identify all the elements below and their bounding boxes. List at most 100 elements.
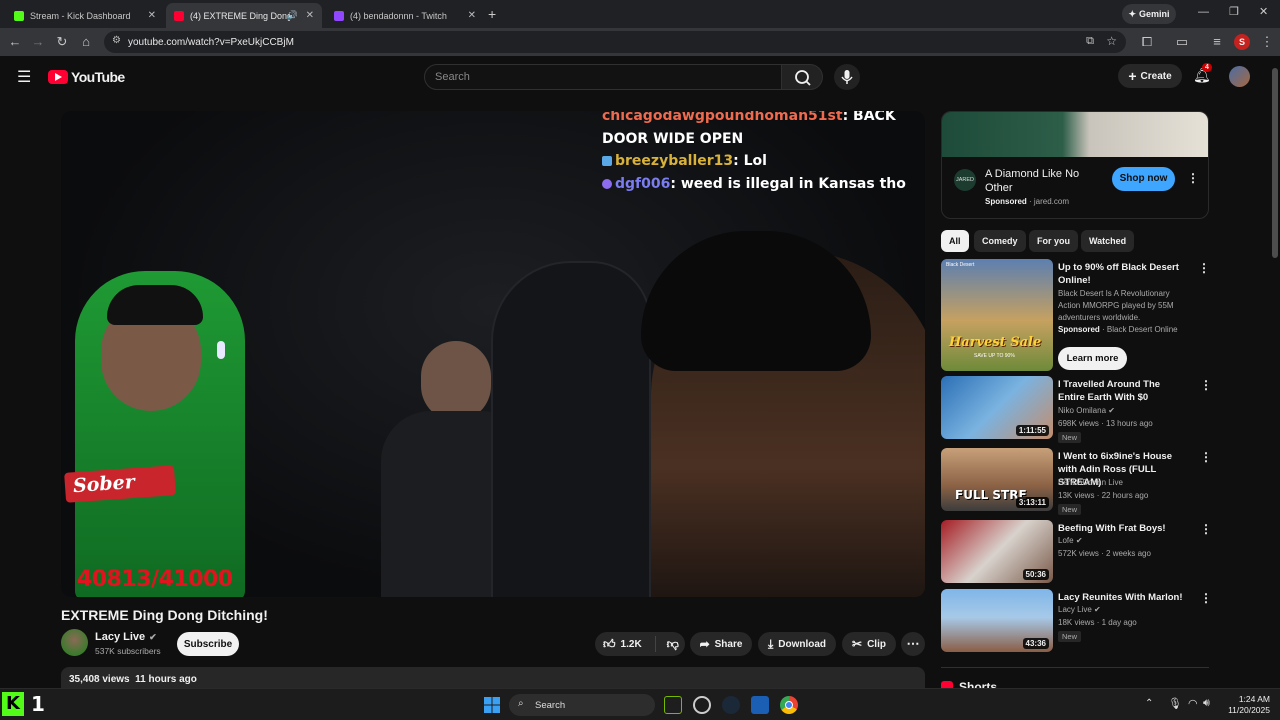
thumbnail-subtext: SAVE UP TO 90% bbox=[974, 353, 1015, 359]
thumbnail-brand-text: Black Desert bbox=[946, 262, 975, 268]
new-tab-icon[interactable]: + bbox=[488, 6, 496, 22]
kick-logo-icon[interactable]: K bbox=[2, 692, 24, 716]
obs-app-icon[interactable] bbox=[693, 696, 711, 714]
windows-start-icon[interactable] bbox=[484, 697, 500, 713]
like-button[interactable]: 👍︎ 1.2K bbox=[603, 637, 642, 652]
split-view-icon[interactable]: ▭ bbox=[1174, 34, 1190, 50]
video-thumbnail: 50:36 bbox=[941, 520, 1053, 583]
cap bbox=[107, 285, 203, 325]
kick-favicon-icon bbox=[14, 10, 24, 21]
reload-icon[interactable]: ↻ bbox=[54, 34, 70, 50]
share-button[interactable]: ➦ Share bbox=[690, 632, 752, 656]
install-app-icon[interactable]: ⧉ bbox=[1086, 35, 1094, 48]
thumbs-down-icon[interactable]: 👎︎ bbox=[667, 637, 679, 652]
taskbar-search[interactable]: ⌕ Search bbox=[509, 694, 655, 716]
chat-badge-icon bbox=[602, 179, 612, 189]
chip-comedy[interactable]: Comedy bbox=[974, 230, 1026, 252]
close-tab-icon[interactable]: ✕ bbox=[306, 10, 314, 21]
video-player[interactable]: Sober chicagodawgpoundhoman51st: BACK DO… bbox=[61, 111, 925, 597]
ad-banner-image bbox=[942, 112, 1208, 157]
microphone-tray-icon[interactable]: 🎙︎ bbox=[1168, 697, 1182, 710]
jared-logo: JARED bbox=[954, 169, 976, 191]
gemini-button[interactable]: ✦ Gemini bbox=[1122, 4, 1176, 24]
notifications-button[interactable]: 🔔︎ 4 bbox=[1193, 63, 1212, 85]
tab-kick-dashboard[interactable]: Stream - Kick Dashboard ✕ bbox=[6, 3, 164, 28]
forward-icon[interactable]: → bbox=[30, 34, 46, 50]
hamburger-menu-icon[interactable]: ☰ bbox=[17, 67, 31, 87]
recommendation-ad[interactable]: Black Desert Harvest Sale SAVE UP TO 90%… bbox=[941, 259, 1211, 371]
more-options-icon[interactable]: ⋮ bbox=[1200, 378, 1212, 392]
channel-line: Lacy Live ✔ bbox=[1058, 605, 1101, 614]
site-info-icon[interactable]: ⚙ bbox=[112, 35, 121, 46]
car-seat bbox=[491, 261, 651, 597]
search-button[interactable] bbox=[781, 64, 823, 90]
close-tab-icon[interactable]: ✕ bbox=[148, 10, 156, 21]
browser-menu-icon[interactable]: ⋮ bbox=[1259, 34, 1275, 50]
steam-app-icon[interactable] bbox=[722, 696, 740, 714]
duration-badge: 50:36 bbox=[1022, 569, 1049, 580]
voice-search-button[interactable] bbox=[834, 64, 860, 90]
subgoal-counter: 40813/41000 bbox=[77, 567, 233, 592]
scissors-icon: ✂ bbox=[852, 637, 863, 651]
media-controls-icon[interactable]: ≡ bbox=[1209, 34, 1225, 50]
channel-name[interactable]: Lacy Live ✔ bbox=[95, 631, 157, 643]
clip-button[interactable]: ✂ Clip bbox=[842, 632, 896, 656]
tab-twitch[interactable]: (4) bendadonnn - Twitch ✕ bbox=[326, 3, 484, 28]
browser-tab-bar: Stream - Kick Dashboard ✕ (4) EXTREME Di… bbox=[0, 0, 1280, 28]
extensions-icon[interactable]: ⧠ bbox=[1139, 34, 1155, 50]
wifi-icon[interactable]: ◠ bbox=[1188, 697, 1198, 710]
channel-avatar[interactable] bbox=[61, 629, 88, 656]
chrome-app-icon[interactable] bbox=[780, 696, 798, 714]
more-options-icon[interactable]: ⋮ bbox=[1200, 522, 1212, 536]
channel-name-text: Lacy Live bbox=[95, 631, 146, 643]
ad-menu-icon[interactable]: ⋮ bbox=[1187, 171, 1199, 185]
account-avatar[interactable] bbox=[1229, 66, 1250, 87]
volume-icon[interactable]: 🔊︎ bbox=[1203, 697, 1210, 710]
chip-for-you[interactable]: For you bbox=[1029, 230, 1078, 252]
recommendation-item[interactable]: 50:36 Beefing With Frat Boys! Lofe ✔ 572… bbox=[941, 520, 1212, 584]
clock[interactable]: 1:24 AM 11/20/2025 bbox=[1222, 694, 1270, 716]
profile-avatar[interactable]: S bbox=[1234, 34, 1250, 50]
chip-all[interactable]: All bbox=[941, 230, 969, 252]
chip-watched[interactable]: Watched bbox=[1081, 230, 1135, 252]
audio-playing-icon[interactable]: 🔊 bbox=[287, 10, 298, 21]
more-options-icon[interactable]: ⋮ bbox=[1198, 261, 1210, 275]
more-options-icon[interactable]: ⋮ bbox=[1200, 450, 1212, 464]
download-button[interactable]: ⤓ Download bbox=[758, 632, 836, 656]
back-icon[interactable]: ← bbox=[7, 34, 23, 50]
chat-text: : Lol bbox=[733, 153, 767, 169]
like-count: 1.2K bbox=[620, 638, 642, 650]
recommendation-title[interactable]: Up to 90% off Black Desert Online! bbox=[1058, 261, 1186, 287]
recommendation-item[interactable]: FULL STRE 3:13:11 I Went to 6ix9ine's Ho… bbox=[941, 448, 1212, 515]
show-hidden-icons-icon[interactable]: ⌃ bbox=[1145, 698, 1153, 709]
subscribe-button[interactable]: Subscribe bbox=[177, 632, 239, 656]
app-icon[interactable] bbox=[751, 696, 769, 714]
bookmark-star-icon[interactable]: ☆ bbox=[1106, 34, 1117, 48]
chat-message: breezyballer13: Lol bbox=[602, 150, 767, 173]
video-thumbnail: 43:36 bbox=[941, 589, 1053, 652]
upload-age: 22 hours ago bbox=[1101, 491, 1149, 500]
create-button[interactable]: + Create bbox=[1118, 64, 1182, 88]
scrollbar-thumb[interactable] bbox=[1272, 68, 1278, 258]
close-window-icon[interactable]: ✕ bbox=[1259, 5, 1268, 18]
shop-now-button[interactable]: Shop now bbox=[1112, 167, 1175, 191]
nvidia-app-icon[interactable] bbox=[664, 696, 682, 714]
youtube-logo[interactable]: YouTube bbox=[48, 69, 125, 85]
address-bar[interactable]: ⚙ youtube.com/watch?v=PxeUkjCCBjM ⧉ ☆ bbox=[104, 31, 1126, 53]
page-scrollbar[interactable] bbox=[1270, 56, 1280, 688]
learn-more-button[interactable]: Learn more bbox=[1058, 347, 1127, 370]
search-input[interactable]: Search bbox=[424, 64, 782, 90]
tab-youtube-video[interactable]: (4) EXTREME Ding Dong Di... 🔊 ✕ bbox=[166, 3, 322, 28]
minimize-icon[interactable]: — bbox=[1198, 6, 1209, 18]
view-line: 13K views · 22 hours ago bbox=[1058, 491, 1149, 500]
recommendation-item[interactable]: 1:11:55 I Travelled Around The Entire Ea… bbox=[941, 376, 1212, 443]
close-tab-icon[interactable]: ✕ bbox=[468, 10, 476, 21]
home-icon[interactable]: ⌂ bbox=[78, 34, 94, 50]
sidebar-ad[interactable]: JARED A Diamond Like No Other Sponsored … bbox=[941, 111, 1209, 219]
more-options-icon[interactable]: ⋮ bbox=[1200, 591, 1212, 605]
more-actions-icon[interactable]: ⋯ bbox=[901, 632, 925, 656]
restore-icon[interactable]: ❐ bbox=[1229, 5, 1239, 18]
verified-icon: ✔ bbox=[1075, 536, 1083, 545]
gemini-sparkle-icon: ✦ bbox=[1128, 8, 1137, 19]
recommendation-item[interactable]: 43:36 Lacy Reunites With Marlon! Lacy Li… bbox=[941, 589, 1212, 653]
